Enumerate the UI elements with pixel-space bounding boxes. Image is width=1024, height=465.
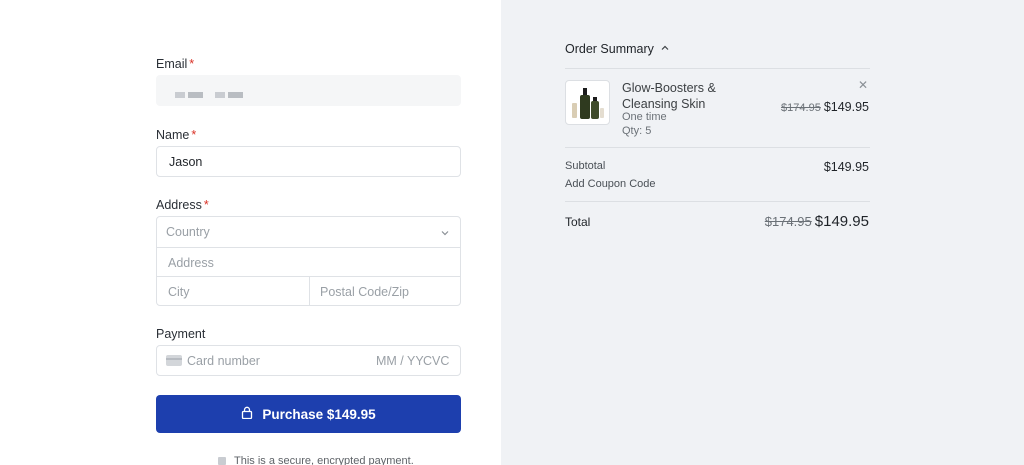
- original-price: $174.95: [781, 102, 821, 114]
- address-input[interactable]: Address: [157, 247, 460, 277]
- purchase-frequency: One time: [622, 111, 667, 123]
- city-input[interactable]: City: [168, 285, 190, 299]
- remove-item-close-icon[interactable]: ✕: [858, 78, 868, 92]
- card-field[interactable]: Card number MM / YY CVC: [156, 345, 461, 376]
- address-field-group: Country Address City Postal Code/Zip: [156, 216, 461, 306]
- field-divider: [309, 277, 310, 306]
- add-coupon-link[interactable]: Add Coupon Code: [565, 178, 656, 190]
- lock-icon: [241, 406, 253, 422]
- country-placeholder: Country: [166, 225, 210, 239]
- email-field[interactable]: [156, 75, 461, 106]
- order-summary-toggle[interactable]: Order Summary: [565, 42, 670, 56]
- address-placeholder: Address: [168, 256, 214, 270]
- redacted-text: [228, 92, 243, 98]
- divider: [565, 68, 870, 69]
- required-mark: *: [189, 57, 195, 71]
- divider: [565, 147, 870, 148]
- expiry-placeholder: MM / YY: [376, 354, 424, 368]
- order-summary-title: Order Summary: [565, 42, 654, 56]
- order-summary-panel: [501, 0, 1024, 465]
- purchase-label: Purchase $149.95: [262, 406, 376, 422]
- cvc-placeholder: CVC: [423, 354, 450, 368]
- required-mark: *: [203, 198, 209, 212]
- chevron-up-icon: [660, 42, 670, 56]
- address-label: Address *: [156, 198, 209, 212]
- redacted-text: [215, 92, 225, 98]
- chevron-down-icon: [440, 225, 450, 243]
- subtotal-label: Subtotal: [565, 160, 606, 172]
- product-name: Glow-Boosters & Cleansing Skin: [622, 81, 716, 111]
- secure-payment-note: This is a secure, encrypted payment.: [218, 455, 414, 465]
- card-number-placeholder: Card number: [187, 354, 260, 368]
- credit-card-icon: [166, 355, 182, 366]
- total-sale-price: $149.95: [814, 213, 869, 230]
- redacted-text: [175, 92, 185, 98]
- email-label: Email *: [156, 57, 195, 71]
- purchase-button[interactable]: Purchase $149.95: [156, 395, 461, 433]
- subtotal-value: $149.95: [823, 160, 869, 174]
- total-label: Total: [565, 215, 591, 229]
- name-field[interactable]: Jason: [156, 146, 461, 177]
- product-thumbnail: [565, 80, 610, 125]
- divider: [565, 201, 870, 202]
- country-select[interactable]: Country: [157, 217, 460, 247]
- total-value: $174.95 $149.95: [765, 213, 869, 230]
- sale-price: $149.95: [823, 100, 869, 114]
- payment-label: Payment: [156, 327, 206, 341]
- total-original-price: $174.95: [764, 214, 812, 229]
- name-value: Jason: [169, 155, 203, 169]
- redacted-text: [188, 92, 203, 98]
- postal-code-input[interactable]: Postal Code/Zip: [320, 285, 409, 299]
- required-mark: *: [191, 128, 197, 142]
- secure-note-text: This is a secure, encrypted payment.: [234, 455, 414, 465]
- name-label: Name *: [156, 128, 197, 142]
- city-postal-row: City Postal Code/Zip: [157, 276, 460, 306]
- lock-icon: [218, 457, 226, 465]
- checkout-form-panel: Email * Name * Jason Address * Country Addr…: [0, 0, 501, 465]
- product-quantity: Qty: 5: [622, 125, 652, 137]
- product-price: $174.95 $149.95: [781, 100, 869, 114]
